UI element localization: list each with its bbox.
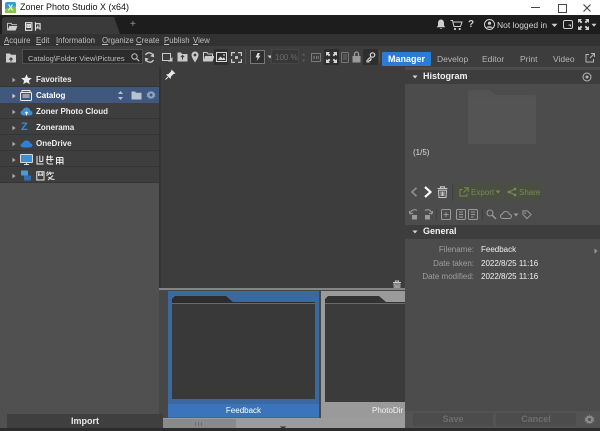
svg-text:X: X [8, 4, 14, 13]
